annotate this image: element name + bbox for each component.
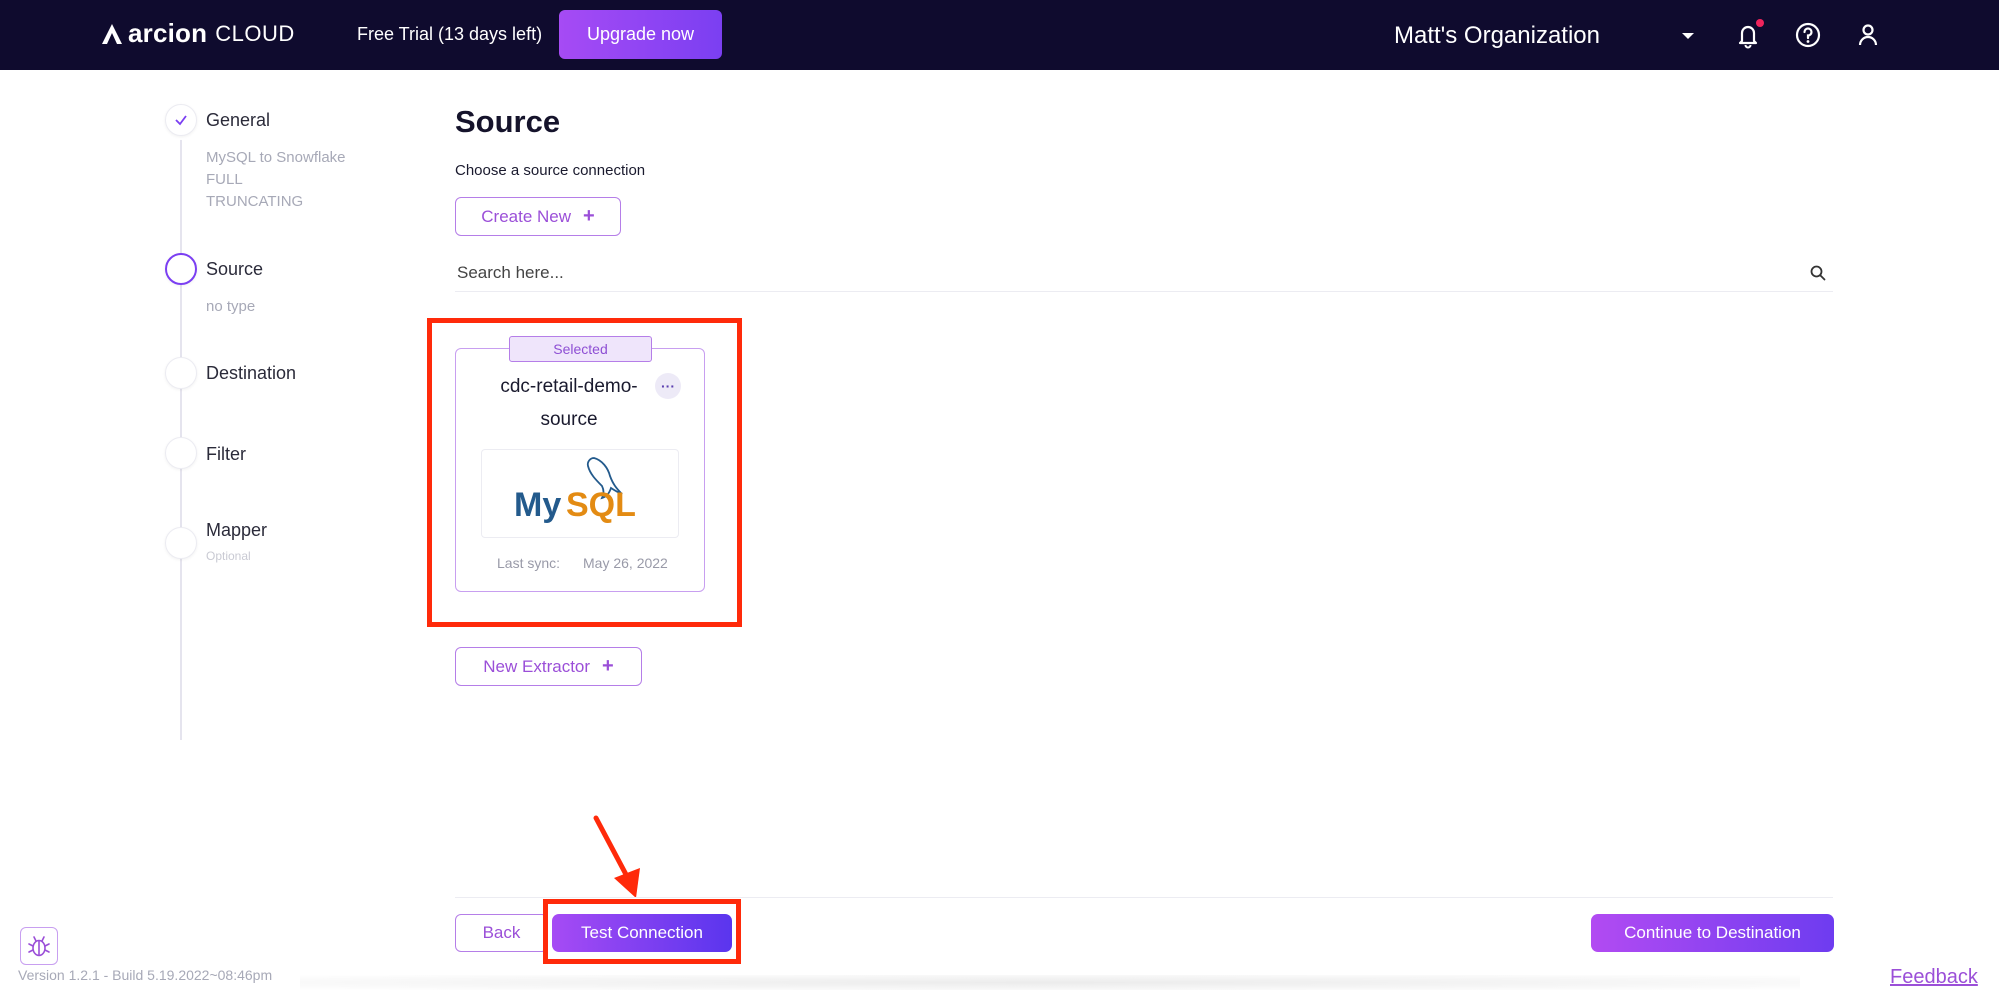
- new-extractor-label: New Extractor: [483, 656, 591, 676]
- bug-report-button[interactable]: [20, 927, 58, 965]
- page-subtitle: Choose a source connection: [455, 162, 646, 179]
- mysql-logo: My SQL: [481, 449, 679, 538]
- connection-name-line: cdc-retail-demo-: [500, 376, 638, 397]
- search-input[interactable]: [457, 260, 1757, 286]
- more-options-icon[interactable]: ···: [655, 373, 681, 399]
- continue-to-destination-button[interactable]: Continue to Destination: [1591, 914, 1834, 952]
- check-icon: [175, 115, 187, 126]
- test-connection-button[interactable]: Test Connection: [552, 914, 732, 952]
- new-extractor-button[interactable]: New Extractor +: [455, 647, 642, 686]
- plus-icon: +: [602, 655, 614, 677]
- connection-name: cdc-retail-demo- source: [474, 370, 664, 436]
- top-navigation-bar: arcion CLOUD Free Trial (13 days left) U…: [0, 0, 1999, 70]
- brand-name: arcion: [128, 18, 208, 48]
- notification-badge: [1756, 19, 1764, 27]
- dolphin-icon: My SQL: [514, 457, 636, 524]
- help-icon[interactable]: [1793, 20, 1823, 50]
- step-source-indicator[interactable]: [165, 253, 197, 285]
- user-icon[interactable]: [1853, 20, 1883, 50]
- step-destination-indicator[interactable]: [165, 357, 197, 389]
- last-sync-value: May 26, 2022: [583, 555, 668, 571]
- version-info: Version 1.2.1 - Build 5.19.2022~08:46pm: [18, 967, 273, 983]
- step-source-label[interactable]: Source: [206, 259, 263, 280]
- step-general-indicator[interactable]: [165, 104, 197, 136]
- create-new-button[interactable]: Create New +: [455, 197, 621, 236]
- chevron-down-icon[interactable]: [1680, 28, 1696, 44]
- footer-divider: [455, 897, 1833, 898]
- mysql-logo-sql: SQL: [566, 486, 636, 524]
- arcion-logo-icon: [102, 23, 122, 44]
- page-title: Source: [455, 104, 561, 139]
- trial-status-text: Free Trial (13 days left): [357, 24, 543, 44]
- step-source-detail: no type: [206, 298, 256, 315]
- create-new-label: Create New: [481, 206, 572, 226]
- connection-name-line: source: [540, 409, 598, 430]
- step-general-detail: TRUNCATING: [206, 193, 304, 210]
- step-filter-indicator[interactable]: [165, 437, 197, 469]
- brand-suffix: CLOUD: [215, 20, 295, 46]
- last-sync-label: Last sync:: [497, 555, 561, 571]
- bug-icon: [28, 936, 50, 957]
- arcion-logo[interactable]: arcion CLOUD: [100, 18, 295, 49]
- selected-badge: Selected: [509, 336, 652, 362]
- step-general-label[interactable]: General: [206, 110, 270, 131]
- step-mapper-label[interactable]: Mapper: [206, 520, 267, 541]
- search-icon[interactable]: [1809, 264, 1827, 282]
- step-destination-label[interactable]: Destination: [206, 363, 296, 384]
- step-mapper-optional: Optional: [206, 549, 251, 563]
- step-general-detail: MySQL to Snowflake: [206, 149, 346, 166]
- feedback-link[interactable]: Feedback: [1890, 966, 1978, 989]
- plus-icon: +: [583, 205, 595, 227]
- search-bar: [455, 256, 1833, 292]
- step-mapper-indicator[interactable]: [165, 527, 197, 559]
- step-general-detail: FULL: [206, 171, 243, 188]
- organization-name[interactable]: Matt's Organization: [1394, 22, 1600, 50]
- back-label: Back: [482, 923, 521, 942]
- step-filter-label[interactable]: Filter: [206, 444, 246, 465]
- bottom-shadow: [300, 975, 1800, 990]
- mysql-logo-my: My: [514, 486, 561, 524]
- back-button[interactable]: Back: [455, 914, 548, 952]
- annotation-arrow-icon: [593, 815, 640, 898]
- upgrade-now-button[interactable]: Upgrade now: [559, 10, 722, 59]
